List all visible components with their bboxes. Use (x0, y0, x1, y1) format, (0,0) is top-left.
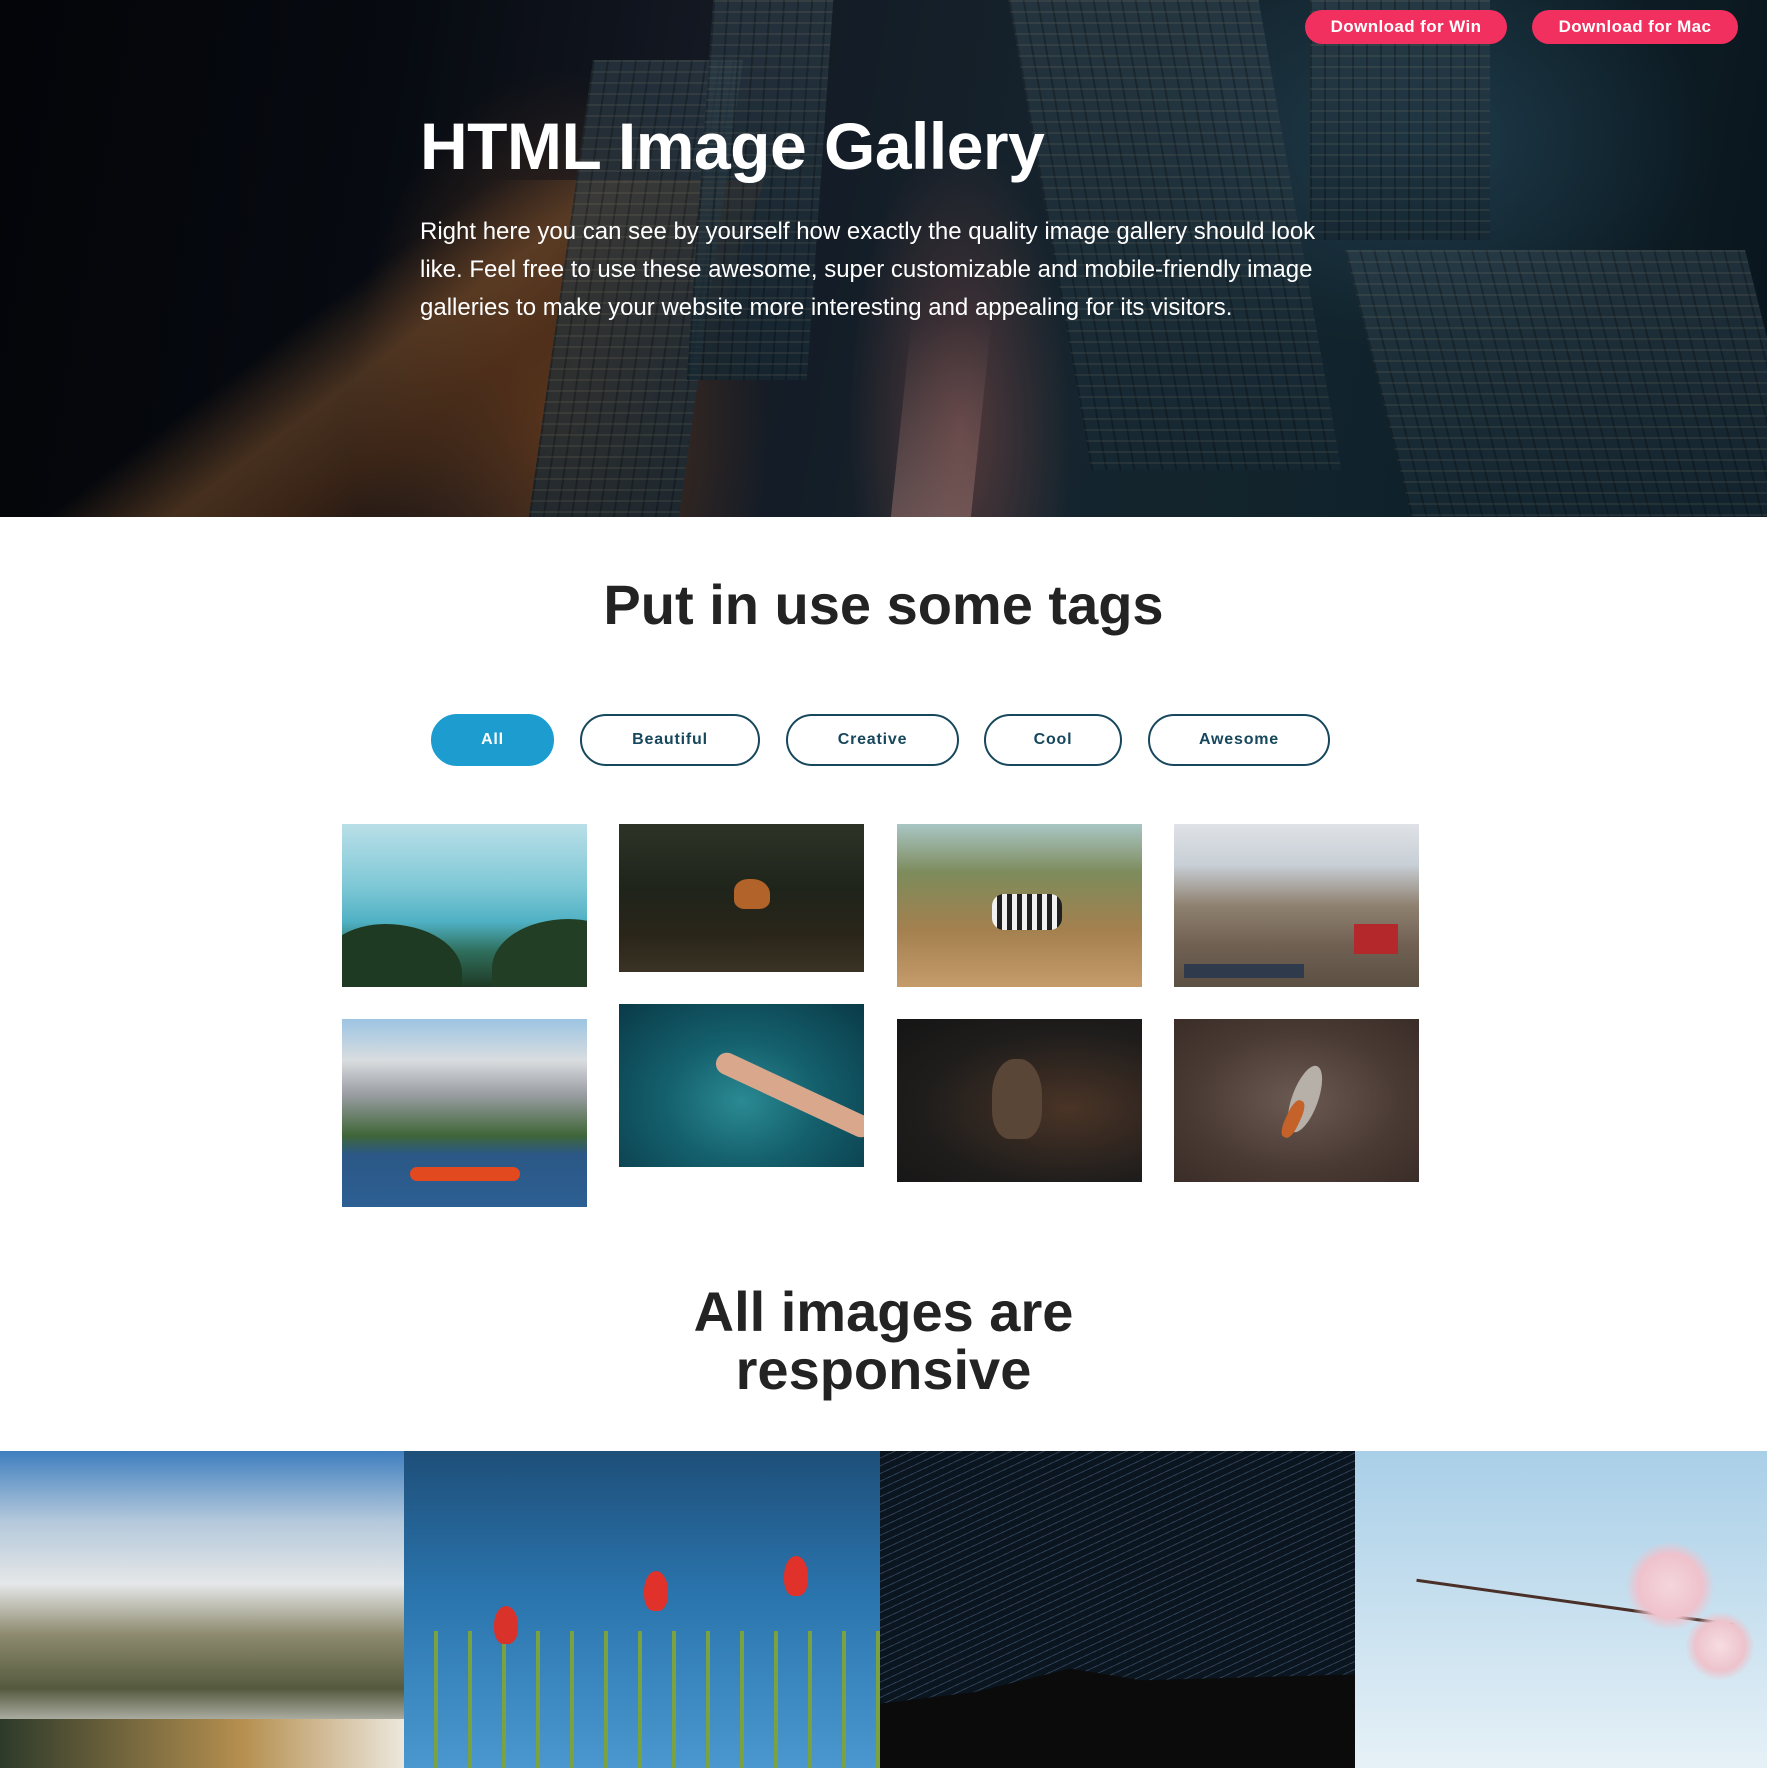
tag-awesome[interactable]: Awesome (1148, 714, 1330, 766)
download-mac-button[interactable]: Download for Mac (1532, 10, 1738, 44)
gallery-image-hand-water[interactable] (619, 1004, 864, 1167)
hero-description: Right here you can see by yourself how e… (420, 218, 1316, 321)
responsive-title-line-2: responsive (735, 1338, 1032, 1401)
tag-all[interactable]: All (431, 714, 554, 766)
tag-beautiful[interactable]: Beautiful (580, 714, 760, 766)
tag-filter-bar: All Beautiful Creative Cool Awesome (0, 714, 1767, 766)
gallery-image-cloudy-mountain[interactable] (0, 1451, 404, 1768)
gallery-image-fox-forest[interactable] (619, 824, 864, 972)
gallery-image-mountain-village[interactable] (1174, 824, 1419, 987)
tag-cool[interactable]: Cool (984, 714, 1122, 766)
gallery-image-sea-mountains[interactable] (342, 824, 587, 987)
responsive-title-line-1: All images are (693, 1280, 1074, 1343)
gallery-image-owl[interactable] (897, 1019, 1142, 1182)
hero-title: HTML Image Gallery (420, 109, 1045, 183)
tags-section-title: Put in use some tags (603, 573, 1164, 636)
tag-creative[interactable]: Creative (786, 714, 959, 766)
gallery-image-star-trails-house[interactable] (880, 1451, 1355, 1768)
hero-section: HTML Image Gallery Right here you can se… (0, 0, 1767, 517)
download-win-button[interactable]: Download for Win (1305, 10, 1507, 44)
gallery-image-tulips[interactable] (404, 1451, 880, 1768)
responsive-section-title: All images are responsive (0, 1283, 1767, 1399)
gallery-image-cherry-blossom[interactable] (1355, 1451, 1767, 1768)
gallery-image-kayak-lake[interactable] (342, 1019, 587, 1207)
gallery-image-bird-branch[interactable] (1174, 1019, 1419, 1182)
gallery-image-zebra-savanna[interactable] (897, 824, 1142, 987)
